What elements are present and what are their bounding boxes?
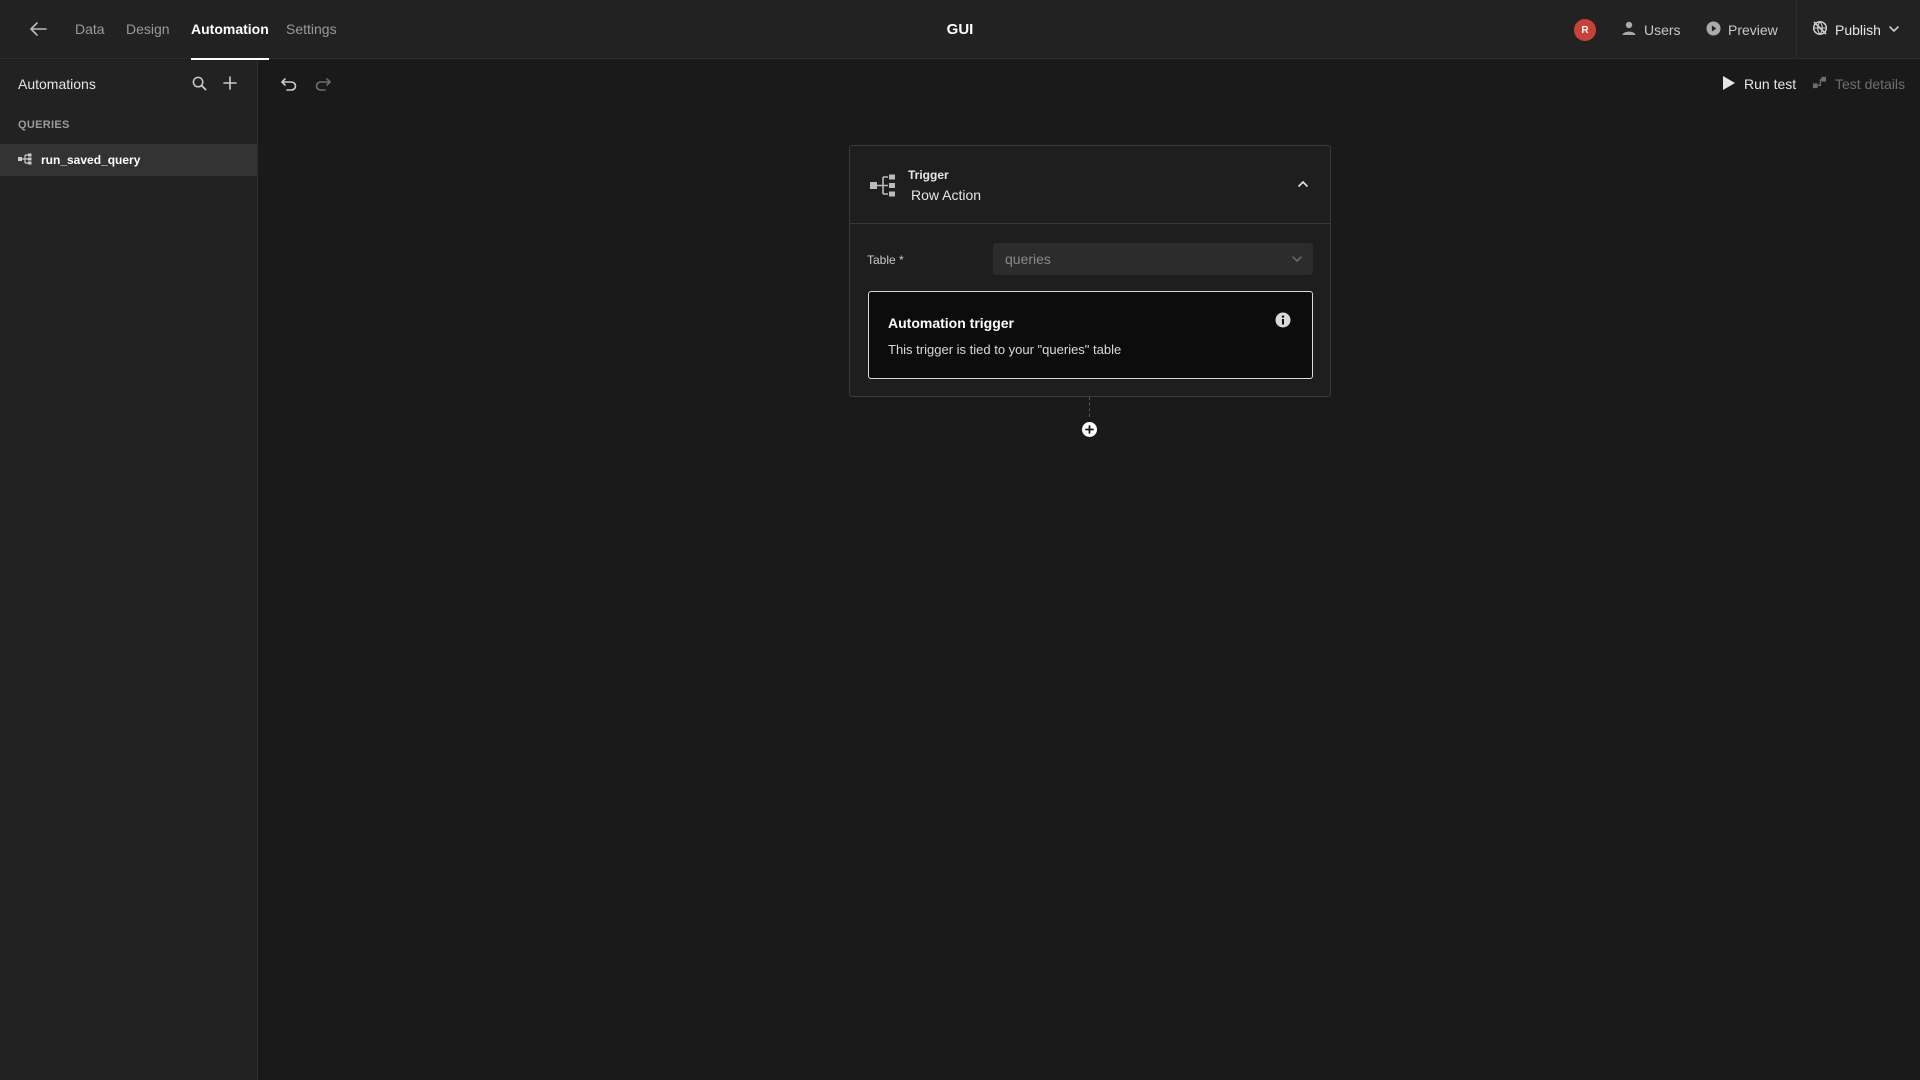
chevron-down-icon: [1888, 22, 1900, 38]
info-text: This trigger is tied to your "queries" t…: [888, 342, 1122, 357]
trigger-name: Row Action: [911, 187, 982, 203]
add-automation-icon[interactable]: [220, 73, 240, 93]
flow-icon: [1812, 75, 1827, 93]
search-icon[interactable]: [189, 73, 209, 93]
tab-settings[interactable]: Settings: [286, 0, 337, 59]
play-icon: [1722, 75, 1736, 94]
undo-icon[interactable]: [278, 73, 300, 95]
globe-off-icon: [1812, 20, 1828, 39]
branch-icon: [18, 152, 33, 168]
table-select-value: queries: [1005, 251, 1051, 267]
section-label-queries: QUERIES: [18, 119, 70, 131]
info-title: Automation trigger: [888, 315, 1014, 331]
trigger-card-header[interactable]: Trigger Row Action: [850, 146, 1330, 224]
user-icon: [1621, 20, 1637, 39]
table-field-label: Table *: [867, 253, 904, 267]
chevron-down-icon: [1291, 252, 1303, 268]
add-step-icon[interactable]: [1082, 422, 1097, 437]
trigger-kicker: Trigger: [908, 168, 949, 182]
list-item-label: run_saved_query: [41, 153, 141, 167]
trigger-card: Trigger Row Action Table * queries Autom…: [849, 145, 1331, 397]
sidebar: Automations QUERIES run_saved_query: [0, 60, 258, 1080]
automation-trigger-info: Automation trigger This trigger is tied …: [868, 291, 1313, 379]
divider: [1796, 0, 1797, 59]
users-label: Users: [1644, 21, 1681, 38]
top-bar: Data Design Automation Settings GUI R Us…: [0, 0, 1920, 60]
publish-button[interactable]: Publish: [1812, 0, 1900, 59]
redo-icon[interactable]: [312, 73, 334, 95]
info-icon[interactable]: [1275, 312, 1291, 328]
branch-icon: [870, 174, 898, 198]
chevron-up-icon[interactable]: [1294, 175, 1312, 193]
preview-label: Preview: [1728, 21, 1778, 38]
run-test-label: Run test: [1744, 76, 1797, 92]
test-details-label: Test details: [1835, 76, 1906, 92]
tab-design[interactable]: Design: [126, 0, 170, 59]
connector-line: [1089, 397, 1090, 417]
test-details-button[interactable]: Test details: [1812, 70, 1905, 98]
run-test-button[interactable]: Run test: [1722, 70, 1796, 98]
sidebar-title: Automations: [18, 76, 96, 92]
list-item[interactable]: run_saved_query: [0, 144, 257, 176]
app-title: GUI: [946, 21, 974, 38]
publish-label: Publish: [1835, 21, 1881, 38]
preview-button[interactable]: Preview: [1706, 0, 1778, 59]
tab-automation[interactable]: Automation: [191, 0, 269, 60]
tab-data[interactable]: Data: [75, 0, 105, 59]
table-select[interactable]: queries: [993, 243, 1313, 275]
back-arrow-icon[interactable]: [26, 17, 50, 41]
users-button[interactable]: Users: [1621, 0, 1681, 59]
avatar[interactable]: R: [1574, 19, 1596, 41]
play-circle-icon: [1706, 20, 1721, 39]
